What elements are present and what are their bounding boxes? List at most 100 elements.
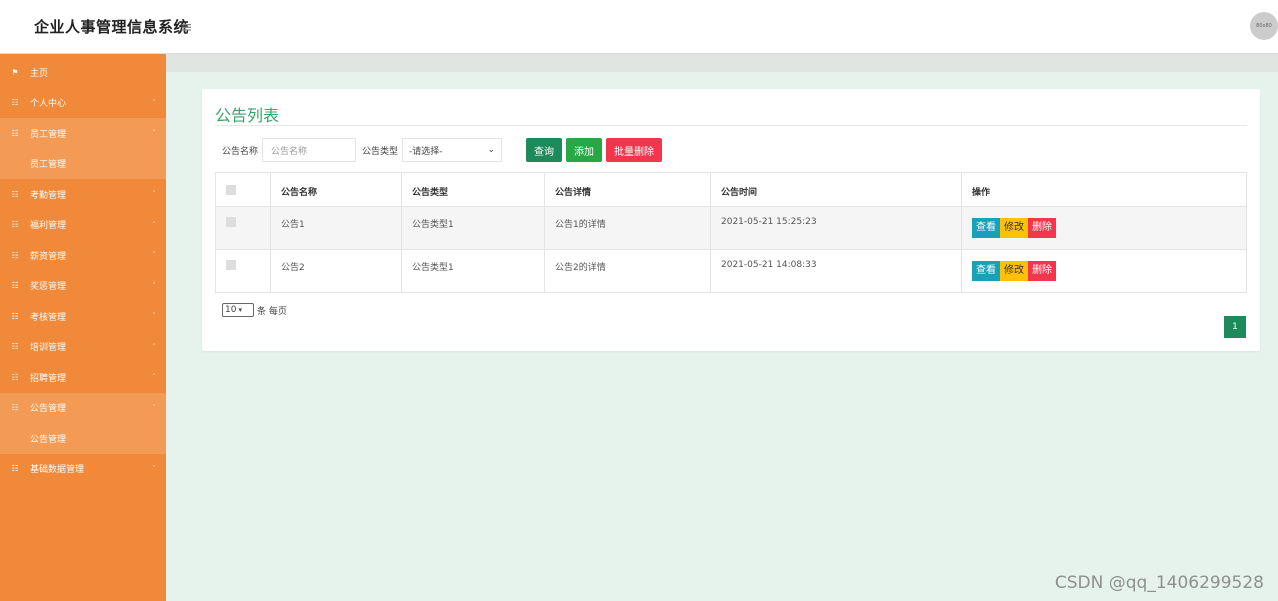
sidebar-item-label: 福利管理	[30, 221, 67, 232]
sidebar-item-salary[interactable]: ☷ 薪资管理 ˅	[0, 240, 166, 271]
row-checkbox[interactable]	[226, 260, 236, 270]
chevron-down-icon: ˅	[152, 98, 156, 107]
sidebar-item-label: 主页	[30, 68, 49, 79]
name-filter-input[interactable]: 公告名称	[262, 138, 357, 162]
sidebar-item-label: 员工管理	[30, 129, 67, 140]
column-header[interactable]: 公告时间	[710, 172, 962, 207]
query-button[interactable]: 查询	[526, 138, 563, 162]
type-filter-value: -请选择-	[409, 146, 443, 157]
page-title: 公告列表	[215, 106, 280, 125]
page-size-value: 10	[225, 305, 237, 315]
grid-icon: ☷	[11, 464, 19, 474]
chevron-up-icon: ˄	[152, 403, 156, 412]
chevron-up-icon: ˄	[152, 129, 156, 138]
row-select-cell	[215, 249, 271, 293]
cell-name: 公告1	[270, 206, 402, 250]
cell-detail: 公告1的详情	[544, 206, 711, 250]
column-header[interactable]: 公告名称	[270, 172, 402, 207]
avatar[interactable]: 80x80	[1250, 12, 1278, 40]
sidebar-item-basic-data[interactable]: ☷ 基础数据管理 ˅	[0, 454, 166, 485]
cell-detail: 公告2的详情	[544, 249, 711, 293]
chevron-down-icon: ˅	[152, 312, 156, 321]
grid-icon: ☷	[11, 311, 19, 321]
chevron-down-icon: ˅	[152, 373, 156, 382]
name-filter-label: 公告名称	[222, 146, 259, 157]
table-row: 公告2 公告类型1 公告2的详情 2021-05-21 14:08:33 查看修…	[215, 249, 1247, 293]
top-header: 企业人事管理信息系统 ≡ 80x80	[0, 0, 1278, 54]
chevron-down-icon: ˅	[152, 190, 156, 199]
chevron-down-icon: ˅	[152, 464, 156, 473]
sidebar-item-label: 考核管理	[30, 312, 67, 323]
grid-icon: ☷	[11, 342, 19, 352]
select-all-checkbox[interactable]	[226, 185, 236, 195]
cell-type: 公告类型1	[401, 206, 545, 250]
announcement-table: 公告名称 公告类型 公告详情 公告时间 操作 公告1 公告类型1 公告1的详情 …	[215, 172, 1247, 293]
sidebar-subitem-announcement[interactable]: 公告管理	[0, 423, 166, 454]
view-button[interactable]: 查看	[972, 218, 1000, 238]
page-size-select[interactable]: 10 ▾	[222, 303, 254, 317]
sidebar-item-label: 奖惩管理	[30, 282, 67, 293]
grid-icon: ☷	[11, 98, 19, 108]
chevron-down-icon: ˅	[152, 342, 156, 351]
sidebar: ⚑ 主页 ☷ 个人中心 ˅ ☷ 员工管理 ˄ 员工管理 ☷ 考勤管理 ˅ ☷ 福…	[0, 54, 166, 601]
grid-icon: ☷	[11, 372, 19, 382]
sidebar-item-home[interactable]: ⚑ 主页	[0, 57, 166, 88]
chevron-down-icon: ▾	[238, 306, 242, 314]
cell-actions: 查看 修改 删除	[961, 206, 1247, 250]
column-header[interactable]: 公告详情	[544, 172, 711, 207]
chevron-down-icon: ˅	[152, 251, 156, 260]
grid-icon: ☷	[11, 189, 19, 199]
sidebar-item-label: 公告管理	[30, 404, 67, 415]
row-checkbox[interactable]	[226, 217, 236, 227]
edit-button[interactable]: 修改	[1000, 261, 1028, 281]
grid-icon: ☷	[11, 128, 19, 138]
divider	[215, 125, 1247, 126]
sidebar-item-announcement[interactable]: ☷ 公告管理 ˄	[0, 392, 166, 423]
sidebar-item-recruitment[interactable]: ☷ 招聘管理 ˅	[0, 362, 166, 393]
app-title: 企业人事管理信息系统	[34, 18, 190, 36]
delete-button[interactable]: 删除	[1028, 261, 1056, 281]
cell-time: 2021-05-21 15:25:23	[710, 206, 962, 250]
sidebar-item-label: 员工管理	[30, 160, 67, 171]
delete-button[interactable]: 删除	[1028, 218, 1056, 238]
grid-icon: ☷	[11, 250, 19, 260]
sidebar-item-label: 招聘管理	[30, 373, 67, 384]
grid-icon: ☷	[11, 281, 19, 291]
sidebar-item-welfare[interactable]: ☷ 福利管理 ˅	[0, 210, 166, 241]
sidebar-item-reward[interactable]: ☷ 奖惩管理 ˅	[0, 271, 166, 302]
edit-button[interactable]: 修改	[1000, 218, 1028, 238]
table-row: 公告1 公告类型1 公告1的详情 2021-05-21 15:25:23 查看修…	[215, 206, 1247, 250]
grid-icon: ☷	[11, 403, 19, 413]
page-size-label: 条 每页	[257, 306, 287, 317]
sidebar-item-label: 培训管理	[30, 343, 67, 354]
page-size-control: 10 ▾ 条 每页	[222, 303, 287, 317]
chevron-down-icon: ˅	[152, 220, 156, 229]
content-top-strip	[166, 54, 1278, 72]
cell-time: 2021-05-21 14:08:33	[710, 249, 962, 293]
sidebar-item-label: 薪资管理	[30, 251, 67, 262]
search-bar: 公告名称 公告名称 公告类型 -请选择- ⌄ 查询 添加 批量删除	[222, 137, 666, 163]
view-button[interactable]: 查看	[972, 261, 1000, 281]
sidebar-item-label: 考勤管理	[30, 190, 67, 201]
sidebar-item-label: 基础数据管理	[30, 465, 85, 476]
sidebar-item-training[interactable]: ☷ 培训管理 ˅	[0, 332, 166, 363]
sidebar-item-personal[interactable]: ☷ 个人中心 ˅	[0, 88, 166, 119]
batch-delete-button[interactable]: 批量删除	[606, 138, 663, 162]
table-header-row: 公告名称 公告类型 公告详情 公告时间 操作	[215, 172, 1247, 207]
type-filter-label: 公告类型	[362, 146, 399, 157]
type-filter-select[interactable]: -请选择- ⌄	[402, 138, 503, 162]
flag-icon: ⚑	[11, 67, 19, 77]
grid-icon: ☷	[11, 220, 19, 230]
chevron-down-icon: ⌄	[487, 145, 496, 155]
sidebar-item-assessment[interactable]: ☷ 考核管理 ˅	[0, 301, 166, 332]
cell-name: 公告2	[270, 249, 402, 293]
sidebar-item-attendance[interactable]: ☷ 考勤管理 ˅	[0, 179, 166, 210]
pagination-page-button[interactable]: 1	[1224, 316, 1246, 338]
menu-toggle-icon[interactable]: ≡	[180, 18, 193, 36]
add-button[interactable]: 添加	[566, 138, 603, 162]
sidebar-subitem-employee[interactable]: 员工管理	[0, 148, 166, 179]
sidebar-item-employee[interactable]: ☷ 员工管理 ˄	[0, 118, 166, 149]
announcement-list-panel: 公告列表 公告名称 公告名称 公告类型 -请选择- ⌄ 查询 添加 批量删除 公…	[202, 89, 1260, 351]
column-header[interactable]: 公告类型	[401, 172, 545, 207]
select-all-cell	[215, 172, 271, 207]
